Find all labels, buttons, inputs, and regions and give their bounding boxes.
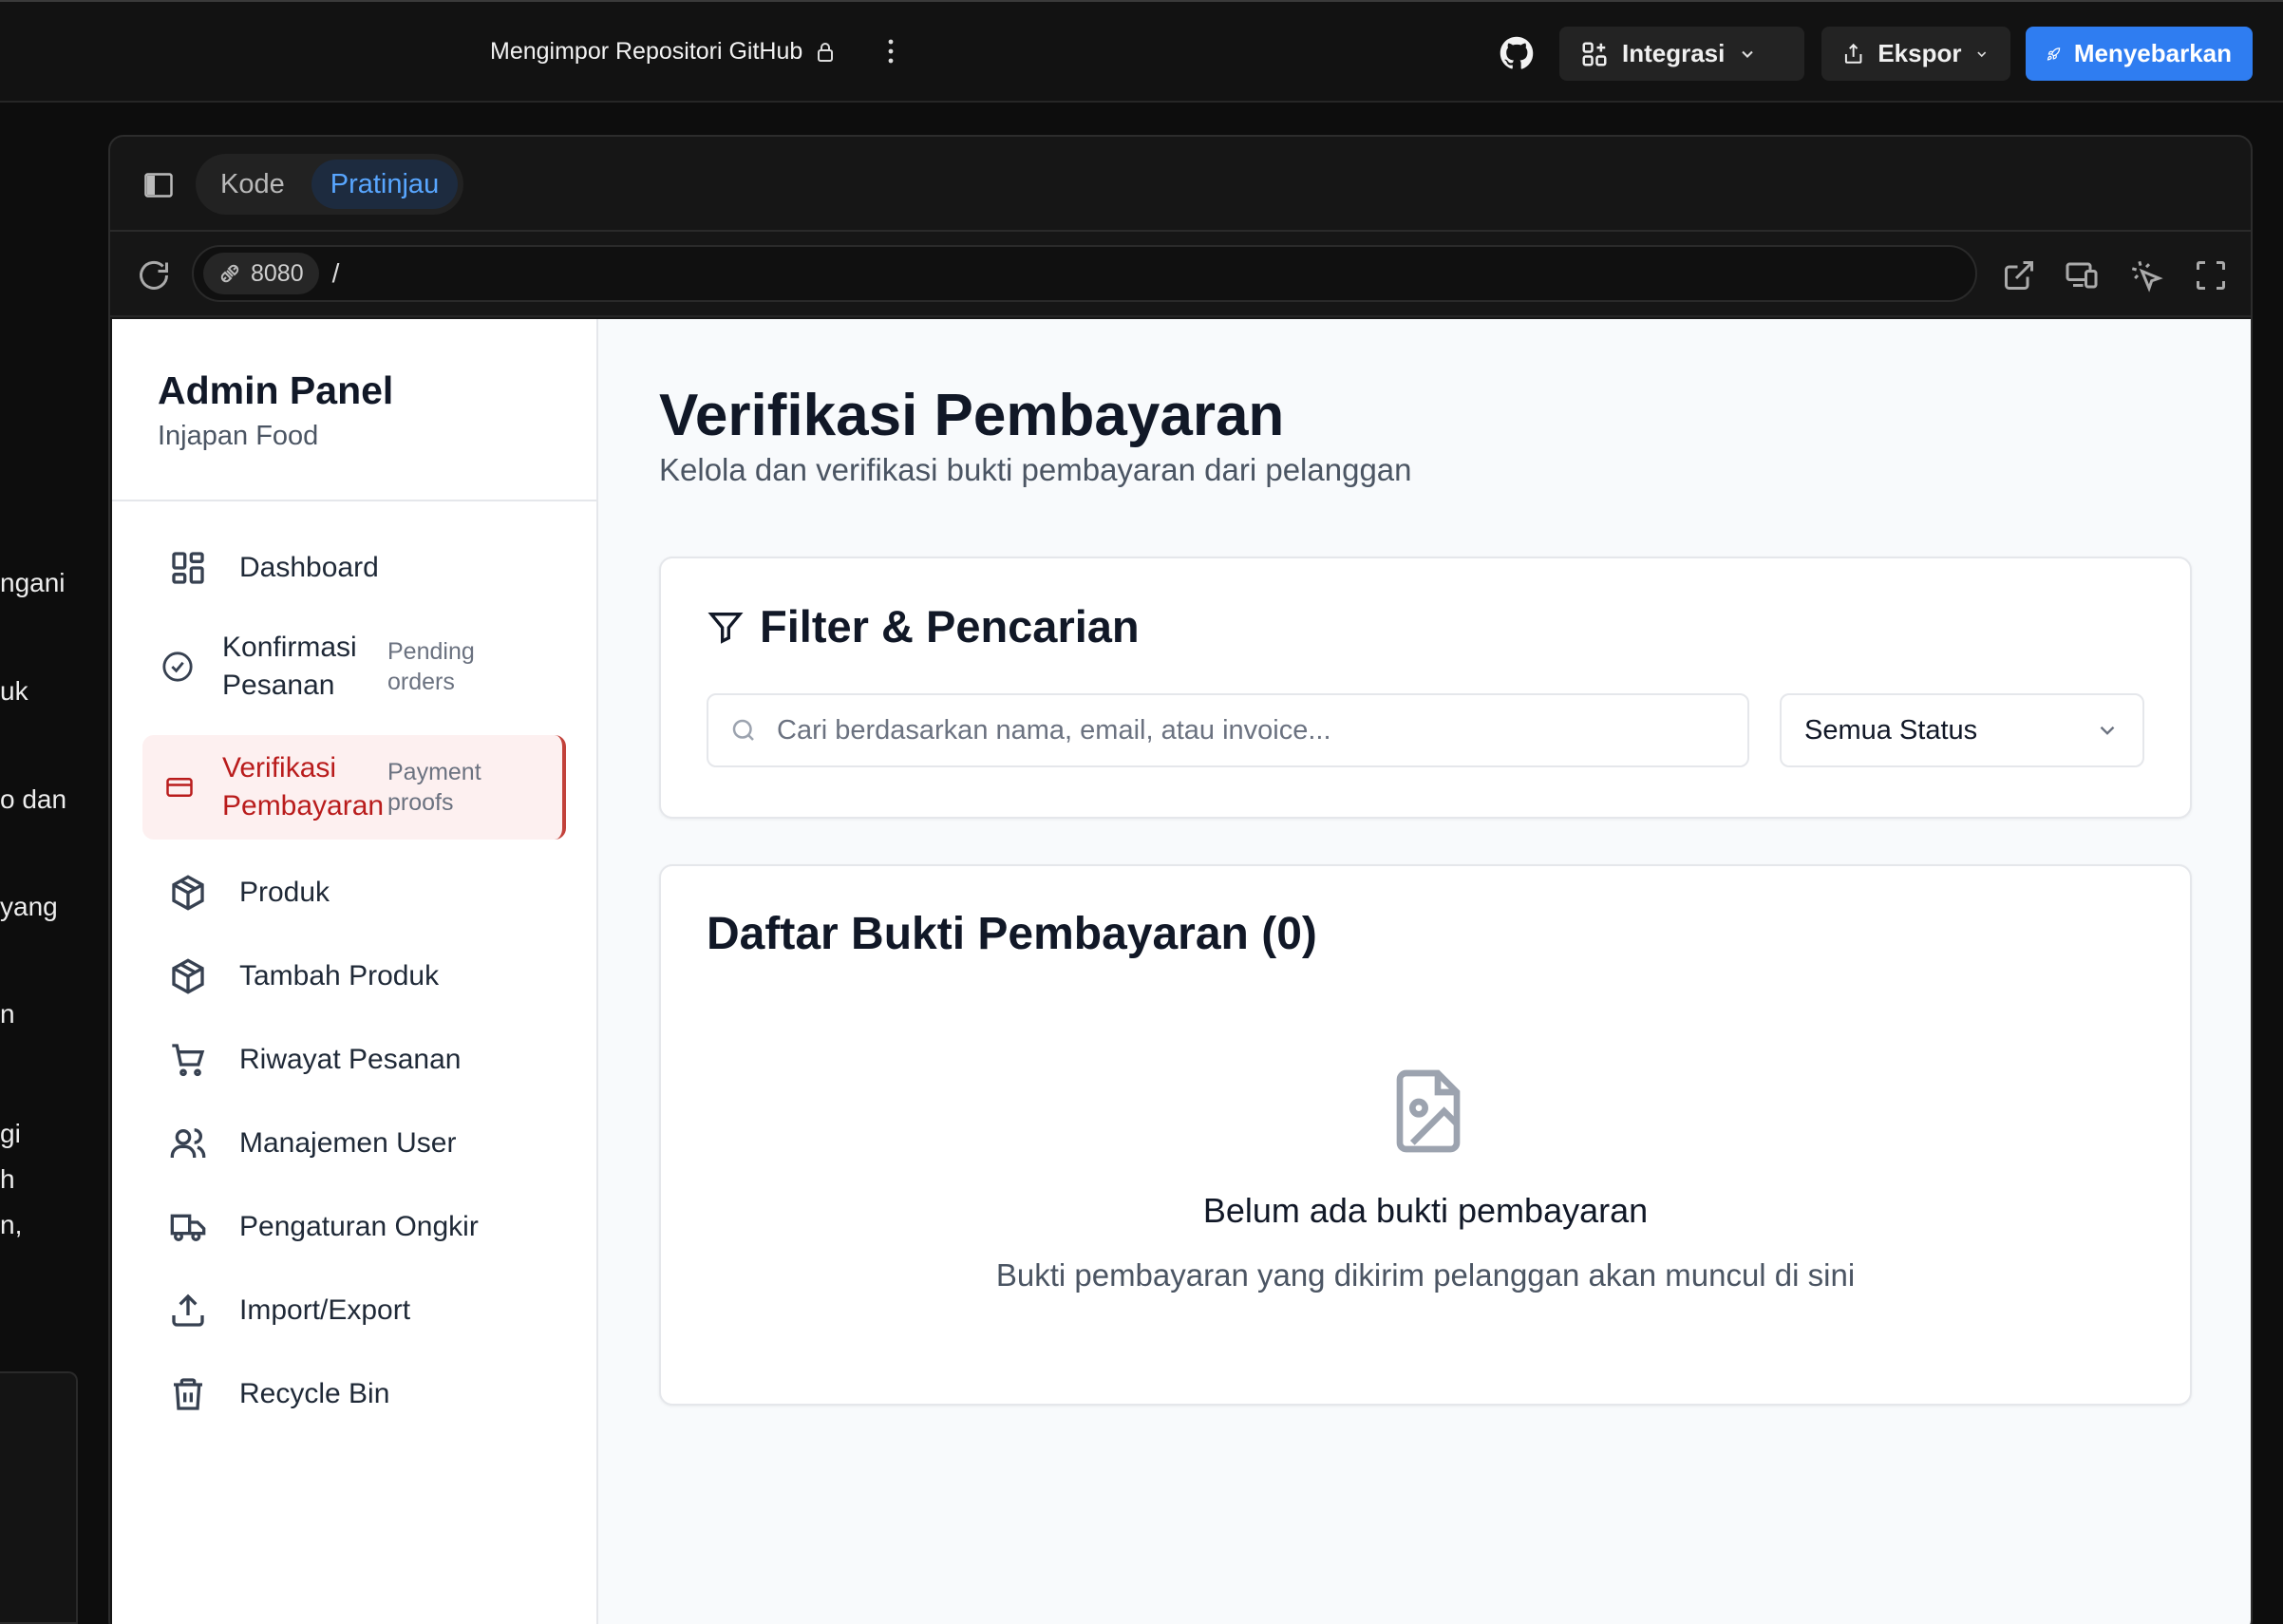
background-text: h: [0, 1164, 15, 1194]
sidebar-item-label: Dashboard: [239, 552, 379, 583]
admin-sidebar: Admin Panel Injapan Food Dashboard Konfi…: [112, 319, 598, 1624]
integrations-label: Integrasi: [1622, 39, 1726, 67]
upload-icon: [172, 1294, 204, 1327]
top-bar: Mengimpor Repositori GitHub Integrasi Ek…: [0, 0, 2283, 103]
sidebar-item-label: Produk: [239, 877, 330, 908]
integrations-button[interactable]: Integrasi: [1559, 27, 1804, 81]
sidebar-item-label: Pengaturan Ongkir: [239, 1211, 479, 1242]
image-file-icon: [1396, 1069, 1461, 1153]
preview-header: Kode Pratinjau: [110, 137, 2251, 232]
reload-icon[interactable]: [137, 258, 171, 293]
trash-icon: [174, 1378, 202, 1410]
sidebar-item-label: Riwayat Pesanan: [239, 1044, 462, 1075]
filter-heading: Filter & Pencarian: [707, 600, 1140, 652]
truck-icon: [170, 1214, 206, 1241]
search-field[interactable]: [707, 693, 1749, 767]
background-text: yang: [0, 892, 58, 921]
search-input[interactable]: [777, 714, 1689, 746]
sidebar-toggle-icon[interactable]: [144, 173, 173, 198]
port-badge[interactable]: 8080: [203, 253, 319, 294]
share-icon: [1844, 43, 1862, 64]
chevron-down-icon: [1742, 50, 1754, 58]
tab-preview[interactable]: Pratinjau: [311, 160, 459, 209]
sidebar-item-shipping-settings[interactable]: Pengaturan Ongkir: [142, 1197, 566, 1257]
credit-card-icon: [166, 778, 193, 797]
check-circle-icon: [162, 651, 193, 682]
list-heading: Daftar Bukti Pembayaran (0): [707, 909, 1317, 959]
background-text: n,: [0, 1210, 23, 1239]
url-row: 8080 /: [110, 232, 2251, 317]
empty-state-subtitle: Bukti pembayaran yang dikirim pelanggan …: [995, 1257, 1856, 1293]
sidebar-item-label: Manajemen User: [239, 1127, 457, 1159]
project-title[interactable]: Mengimpor Repositori GitHub: [490, 38, 835, 66]
chat-input-box[interactable]: [0, 1371, 78, 1624]
url-bar[interactable]: 8080 /: [192, 245, 1977, 302]
filter-heading-text: Filter & Pencarian: [760, 601, 1140, 651]
view-toggle: Kode Pratinjau: [196, 154, 464, 215]
external-link-icon[interactable]: [2002, 258, 2036, 293]
chevron-down-icon: [2100, 726, 2115, 735]
empty-state-title: Belum ada bukti pembayaran: [1202, 1191, 1649, 1230]
background-text: o dan: [0, 784, 67, 814]
sidebar-item-add-product[interactable]: Tambah Produk: [142, 946, 566, 1007]
sidebar-item-label: Recycle Bin: [239, 1378, 390, 1409]
app-viewport: Admin Panel Injapan Food Dashboard Konfi…: [112, 319, 2251, 1624]
filter-card: Filter & Pencarian Semua Status: [659, 557, 2192, 819]
project-title-text: Mengimpor Repositori GitHub: [490, 38, 803, 65]
chevron-down-icon: [1977, 50, 1987, 57]
preview-frame: Kode Pratinjau 8080 / Admin Panel Injapa…: [108, 135, 2253, 1624]
deploy-button[interactable]: Menyebarkan: [2026, 27, 2253, 81]
plug-icon: [220, 264, 239, 283]
status-select-value: Semua Status: [1804, 714, 1978, 746]
sidebar-item-payment-verification[interactable]: Verifikasi Pembayaran Payment proofs: [142, 735, 566, 840]
sidebar-title: Admin Panel: [158, 368, 394, 412]
filter-icon: [708, 612, 744, 644]
payment-proof-list-card: Daftar Bukti Pembayaran (0) Belum ada bu…: [659, 864, 2192, 1406]
fullscreen-icon[interactable]: [2194, 258, 2228, 293]
sidebar-item-user-management[interactable]: Manajemen User: [142, 1113, 566, 1174]
background-text: gi: [0, 1119, 21, 1148]
lock-icon: [818, 42, 834, 62]
sidebar-item-import-export[interactable]: Import/Export: [142, 1280, 566, 1341]
github-icon[interactable]: [1500, 36, 1534, 70]
sidebar-item-label: Tambah Produk: [239, 960, 440, 991]
page-title: Verifikasi Pembayaran: [659, 383, 1285, 448]
grid-plus-icon: [1582, 42, 1607, 66]
dashboard-icon: [172, 552, 204, 584]
sidebar-subtitle: Injapan Food: [158, 421, 319, 451]
responsive-devices-icon[interactable]: [2065, 258, 2099, 293]
deploy-label: Menyebarkan: [2073, 39, 2232, 67]
cart-icon: [172, 1044, 205, 1077]
sidebar-item-sublabel: Pending orders: [387, 638, 475, 695]
sidebar-item-recycle-bin[interactable]: Recycle Bin: [142, 1364, 566, 1425]
package-icon: [172, 875, 204, 911]
more-menu-icon[interactable]: [881, 36, 900, 66]
sidebar-item-label: Import/Export: [239, 1294, 411, 1326]
sidebar-item-order-history[interactable]: Riwayat Pesanan: [142, 1029, 566, 1090]
export-button[interactable]: Ekspor: [1821, 27, 2010, 81]
page-subtitle: Kelola dan verifikasi bukti pembayaran d…: [659, 452, 1412, 487]
export-label: Ekspor: [1877, 39, 1962, 67]
port-number: 8080: [251, 259, 304, 287]
sidebar-item-label: Konfirmasi Pesanan: [222, 632, 357, 701]
sidebar-item-order-confirmation[interactable]: Konfirmasi Pesanan Pending orders: [142, 619, 566, 714]
url-path: /: [331, 258, 340, 288]
sidebar-item-dashboard[interactable]: Dashboard: [142, 538, 566, 598]
users-icon: [170, 1128, 206, 1158]
rocket-icon: [2047, 47, 2061, 61]
background-text: uk: [0, 676, 28, 706]
sidebar-item-sublabel: Payment proofs: [387, 759, 481, 816]
element-picker-icon[interactable]: [2129, 258, 2163, 293]
tab-code[interactable]: Kode: [201, 160, 304, 209]
background-text: n: [0, 999, 15, 1029]
search-icon: [732, 719, 754, 741]
sidebar-brand: Admin Panel Injapan Food: [112, 319, 596, 501]
status-select[interactable]: Semua Status: [1780, 693, 2144, 767]
sidebar-item-label: Verifikasi Pembayaran: [222, 752, 385, 821]
sidebar-item-products[interactable]: Produk: [142, 862, 566, 923]
package-icon: [172, 958, 204, 994]
background-text: ngani: [0, 568, 66, 597]
